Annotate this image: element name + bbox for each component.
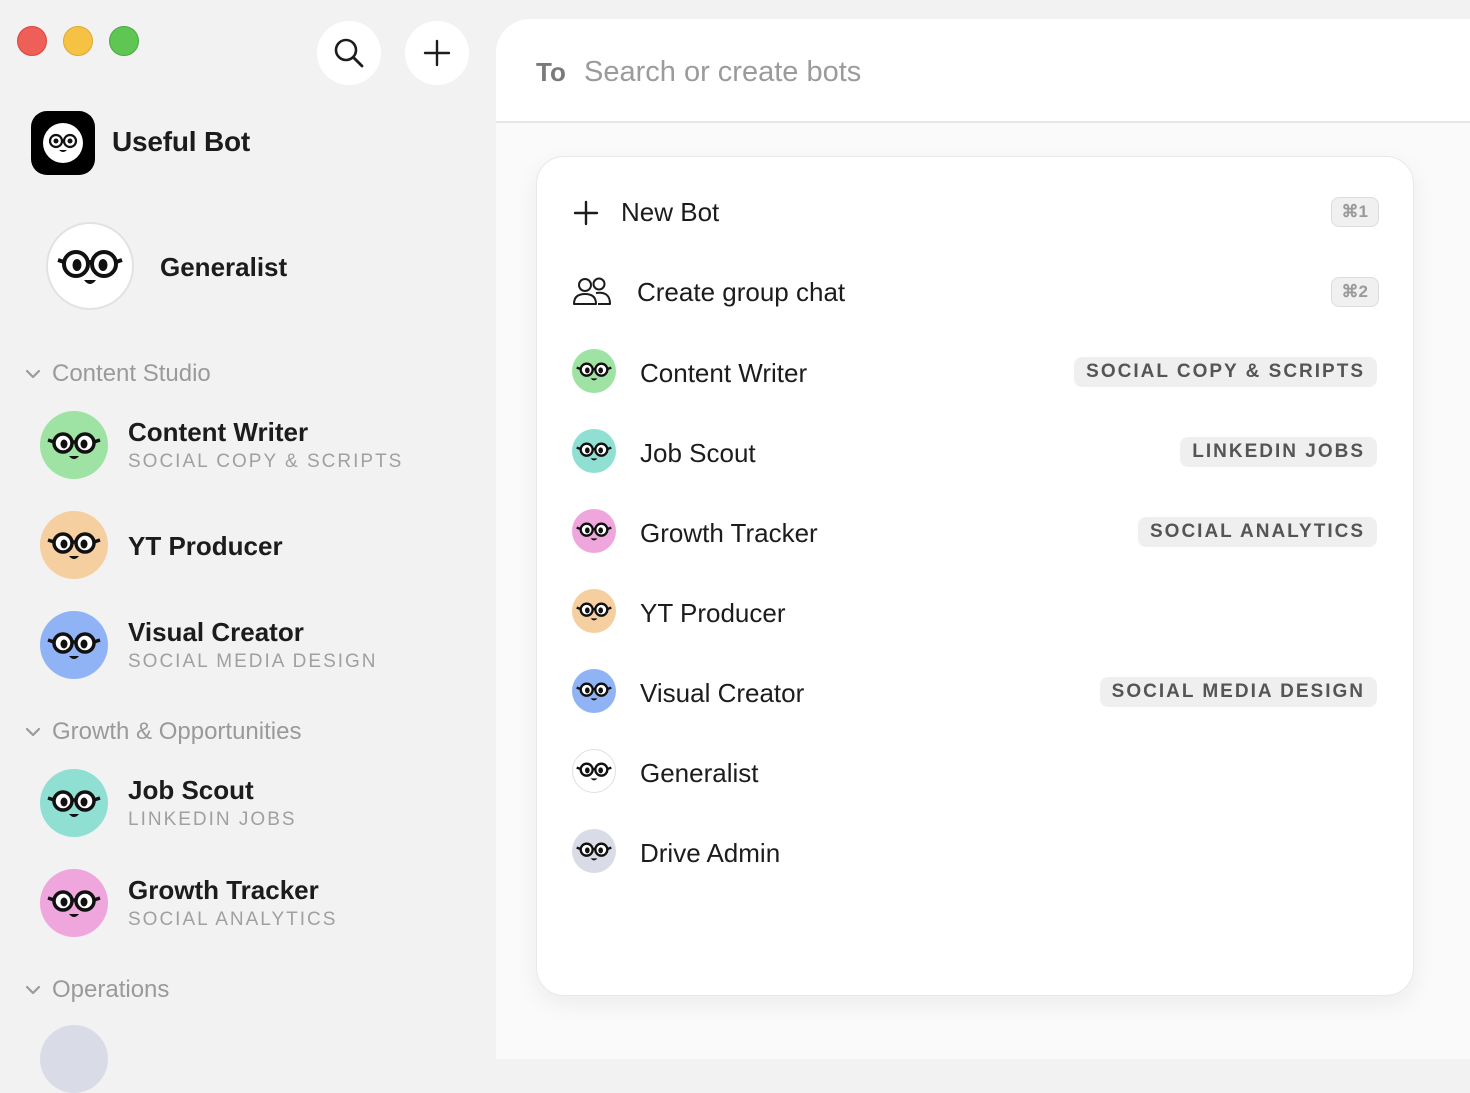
bot-search-input[interactable]	[582, 49, 1106, 95]
menu-item-visual-creator[interactable]: Visual Creator SOCIAL MEDIA DESIGN	[537, 652, 1413, 732]
shortcut-badge: ⌘2	[1330, 277, 1379, 307]
menu-item-job-scout[interactable]: Job Scout LINKEDIN JOBS	[537, 412, 1413, 492]
menu-item-generalist[interactable]: Generalist	[537, 732, 1413, 812]
sidebar-item-label: Content Writer	[128, 417, 309, 447]
avatar	[40, 1025, 108, 1093]
avatar	[40, 869, 108, 937]
section-title: Operations	[52, 976, 170, 1003]
bot-face-icon	[47, 890, 101, 917]
chevron-down-icon	[25, 369, 41, 379]
bot-face-icon	[576, 602, 612, 621]
section-header-content-studio[interactable]: Content Studio	[24, 360, 211, 388]
avatar	[40, 769, 108, 837]
close-window-button[interactable]	[17, 26, 47, 56]
menu-item-drive-admin[interactable]: Drive Admin	[537, 812, 1413, 892]
menu-item-label: Content Writer	[640, 358, 808, 388]
chevron-down-icon	[25, 727, 41, 737]
bot-picker-dropdown: New Bot ⌘1 Create group chat ⌘2 Content …	[536, 156, 1414, 996]
bot-tag: LINKEDIN JOBS	[1180, 437, 1377, 467]
bot-face-icon	[576, 762, 612, 781]
bot-face-icon	[576, 522, 612, 541]
avatar	[572, 669, 616, 713]
bot-face-icon	[47, 432, 101, 459]
bot-face-icon	[47, 532, 101, 559]
sidebar-item-label[interactable]: Generalist	[160, 252, 287, 283]
section-header-growth[interactable]: Growth & Opportunities	[24, 718, 301, 746]
bot-face-icon	[576, 842, 612, 861]
sidebar-item-label: Visual Creator	[128, 617, 304, 647]
chevron-down-icon	[25, 985, 41, 995]
avatar	[572, 749, 616, 793]
menu-item-label: Generalist	[640, 758, 759, 788]
menu-item-label: New Bot	[621, 197, 720, 227]
sidebar-item-subtitle: SOCIAL COPY & SCRIPTS	[128, 451, 404, 472]
bot-face-icon	[57, 250, 123, 284]
shortcut-badge: ⌘1	[1330, 197, 1379, 227]
sidebar-item-label: YT Producer	[128, 531, 283, 561]
avatar	[572, 509, 616, 553]
sidebar-item-label: Job Scout	[128, 775, 254, 805]
menu-item-yt-producer[interactable]: YT Producer	[537, 572, 1413, 652]
recipient-bar: To	[496, 19, 1470, 123]
menu-item-label: Growth Tracker	[640, 518, 818, 548]
avatar	[572, 349, 616, 393]
search-icon	[334, 38, 364, 68]
avatar	[40, 611, 108, 679]
app-name: Useful Bot	[112, 126, 251, 157]
bot-face-icon	[576, 442, 612, 461]
bot-tag: SOCIAL MEDIA DESIGN	[1099, 677, 1377, 707]
menu-item-label: Drive Admin	[640, 838, 781, 868]
avatar	[572, 589, 616, 633]
menu-item-label: Create group chat	[637, 277, 846, 307]
search-button[interactable]	[317, 21, 381, 85]
people-icon	[573, 277, 611, 305]
menu-item-label: Job Scout	[640, 438, 756, 468]
avatar	[572, 429, 616, 473]
avatar	[46, 222, 134, 310]
sidebar-item-subtitle: SOCIAL ANALYTICS	[128, 909, 338, 930]
section-title: Growth & Opportunities	[52, 718, 302, 745]
sidebar-item-generalist[interactable]	[46, 222, 134, 310]
menu-item-label: YT Producer	[640, 598, 786, 628]
section-title: Content Studio	[52, 360, 211, 387]
avatar	[40, 511, 108, 579]
menu-item-new-bot[interactable]: New Bot ⌘1	[537, 172, 1413, 252]
bot-face-icon	[47, 632, 101, 659]
to-label: To	[536, 57, 566, 87]
bot-face-icon	[576, 362, 612, 381]
sidebar-item-subtitle: SOCIAL MEDIA DESIGN	[128, 651, 378, 672]
plus-icon	[573, 200, 599, 226]
section-header-operations[interactable]: Operations	[24, 976, 169, 1004]
avatar	[572, 829, 616, 873]
bot-face-icon	[576, 682, 612, 701]
bot-face-icon	[43, 123, 83, 163]
new-chat-button[interactable]	[405, 21, 469, 85]
zoom-window-button[interactable]	[109, 26, 139, 56]
sidebar-item-subtitle: LINKEDIN JOBS	[128, 809, 297, 830]
app-logo	[31, 111, 95, 175]
menu-item-label: Visual Creator	[640, 678, 805, 708]
menu-item-content-writer[interactable]: Content Writer SOCIAL COPY & SCRIPTS	[537, 332, 1413, 412]
menu-item-create-group-chat[interactable]: Create group chat ⌘2	[537, 252, 1413, 332]
bot-tag: SOCIAL ANALYTICS	[1138, 517, 1377, 547]
minimize-window-button[interactable]	[63, 26, 93, 56]
sidebar-item-label: Growth Tracker	[128, 875, 319, 905]
menu-item-growth-tracker[interactable]: Growth Tracker SOCIAL ANALYTICS	[537, 492, 1413, 572]
avatar	[40, 411, 108, 479]
bot-face-icon	[47, 790, 101, 817]
bot-tag: SOCIAL COPY & SCRIPTS	[1074, 357, 1377, 387]
plus-icon	[423, 39, 451, 67]
